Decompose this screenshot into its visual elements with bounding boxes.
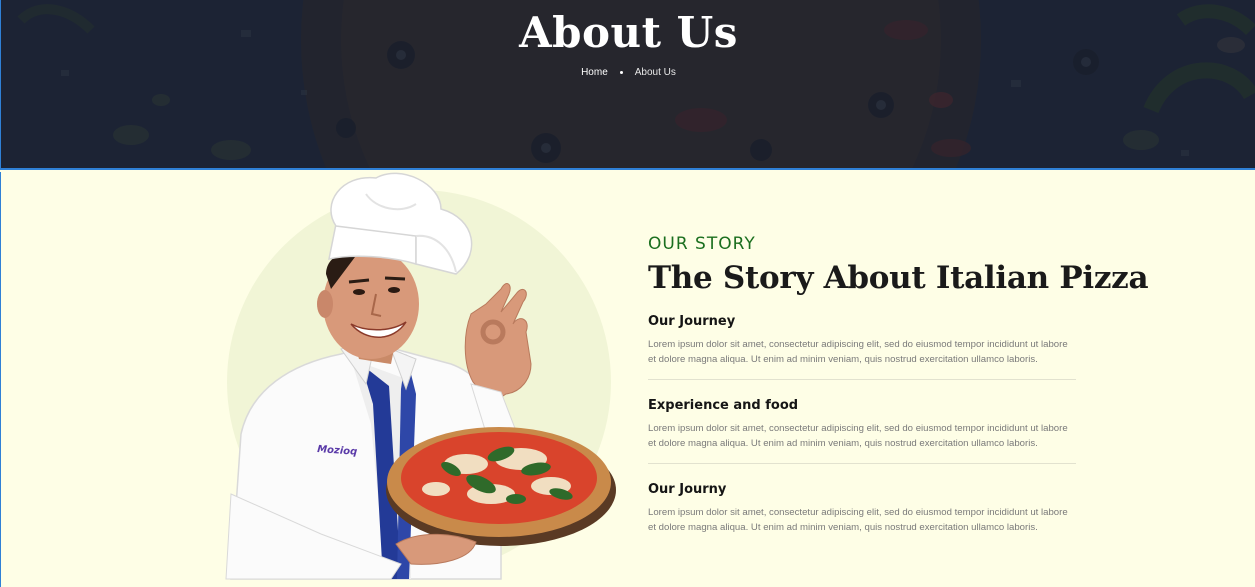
story-item: Experience and food Lorem ipsum dolor si… — [648, 380, 1076, 464]
story-item-text: Lorem ipsum dolor sit amet, consectetur … — [648, 423, 1068, 449]
chef-with-pizza-image: Mozioq — [225, 172, 616, 580]
story-item-title: Experience and food — [648, 398, 799, 413]
breadcrumb-separator-dot — [619, 71, 623, 74]
breadcrumb-current: About Us — [634, 67, 676, 78]
story-item-title: Our Journy — [648, 482, 727, 497]
section-eyebrow: OUR STORY — [648, 234, 756, 254]
breadcrumb: Home About Us — [1, 67, 1255, 78]
page-hero-banner: About Us Home About Us — [0, 0, 1255, 170]
our-story-section: Mozioq OUR STORY The Story About Italian… — [0, 172, 1255, 587]
story-item: Our Journy Lorem ipsum dolor sit amet, c… — [648, 464, 1076, 547]
page-title: About Us — [519, 8, 738, 57]
breadcrumb-home-link[interactable]: Home — [581, 67, 608, 78]
story-item: Our Journey Lorem ipsum dolor sit amet, … — [648, 296, 1076, 380]
story-item-text: Lorem ipsum dolor sit amet, consectetur … — [648, 339, 1068, 365]
story-content: OUR STORY The Story About Italian Pizza … — [648, 234, 1149, 547]
story-item-title: Our Journey — [648, 314, 736, 329]
section-heading: The Story About Italian Pizza — [648, 260, 1149, 296]
story-item-text: Lorem ipsum dolor sit amet, consectetur … — [648, 507, 1068, 533]
